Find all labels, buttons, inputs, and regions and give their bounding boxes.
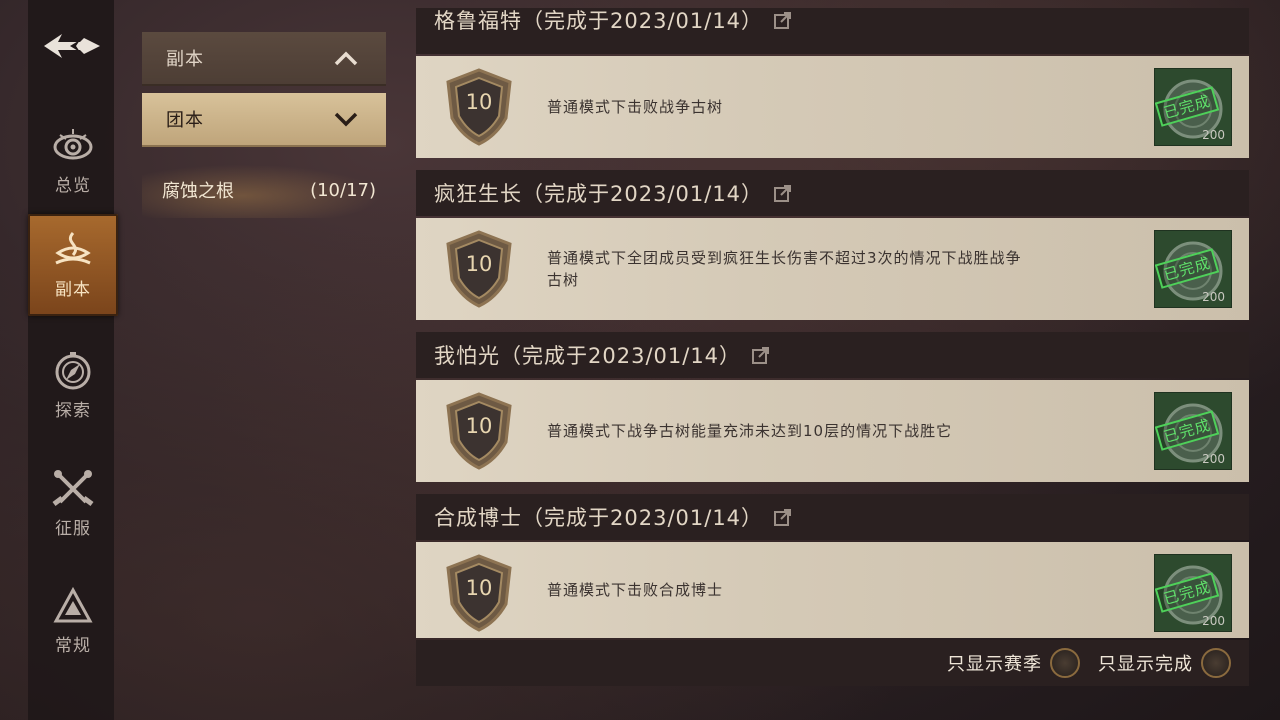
nav-item-overview[interactable]: 总览	[28, 110, 118, 212]
subcategory-item[interactable]: 腐蚀之根 (10/17)	[142, 162, 392, 218]
nav-item-dungeon[interactable]: 副本	[28, 214, 118, 316]
category-raid-header[interactable]: 团本	[142, 93, 386, 147]
filter-season-toggle[interactable]: 只显示赛季	[947, 648, 1080, 678]
achievement-points: 10	[465, 414, 493, 438]
reward-points: 200	[1202, 452, 1225, 466]
achievement-description: 普通模式下击败战争古树	[547, 98, 724, 116]
category-label: 团本	[166, 110, 204, 131]
radio-icon[interactable]	[1201, 648, 1231, 678]
radio-icon[interactable]	[1050, 648, 1080, 678]
reward-icon: 已完成 200	[1154, 392, 1232, 470]
subcategory-name: 腐蚀之根	[162, 181, 234, 202]
achievement-points: 10	[465, 90, 493, 114]
crossed-swords-icon	[52, 469, 94, 506]
nav-item-general[interactable]: 常规	[28, 570, 118, 672]
nav-item-explore[interactable]: 探索	[28, 334, 118, 436]
achievement-description: 普通模式下击败合成博士	[547, 581, 724, 599]
achievement-title: 格鲁福特（完成于2023/01/14）	[434, 9, 764, 33]
triangle-icon	[53, 586, 93, 622]
nav-item-label: 探索	[55, 400, 91, 421]
achievement-header: 疯狂生长（完成于2023/01/14）	[416, 170, 1249, 216]
filter-bar: 只显示赛季 只显示完成	[416, 640, 1249, 686]
achievement-header: 我怕光（完成于2023/01/14）	[416, 332, 1249, 378]
achievement-header: 格鲁福特（完成于2023/01/14）	[416, 8, 1249, 54]
achievement-points: 10	[465, 252, 493, 276]
achievement-card[interactable]: 10 普通模式下击败合成博士 已完成 200	[416, 542, 1249, 638]
eye-icon	[53, 128, 93, 159]
chevron-up-icon	[334, 51, 358, 66]
achievement-card[interactable]: 10 普通模式下战争古树能量充沛未达到10层的情况下战胜它 已完成 200	[416, 380, 1249, 482]
achievement-list[interactable]: 格鲁福特（完成于2023/01/14） 10 普通模式下击败战争古树 已完成 2…	[416, 0, 1249, 640]
reward-icon: 已完成 200	[1154, 554, 1232, 632]
filter-season-label: 只显示赛季	[947, 654, 1042, 675]
reward-icon: 已完成 200	[1154, 68, 1232, 146]
nav-item-label: 常规	[55, 635, 91, 656]
category-dungeon-header[interactable]: 副本	[142, 32, 386, 86]
achievement-description: 普通模式下战争古树能量充沛未达到10层的情况下战胜它	[547, 422, 953, 440]
achievement-points: 10	[465, 576, 493, 600]
achievement-header: 合成博士（完成于2023/01/14）	[416, 494, 1249, 540]
achievement-title: 疯狂生长（完成于2023/01/14）	[434, 182, 764, 206]
reward-icon: 已完成 200	[1154, 230, 1232, 308]
achievement-title: 我怕光（完成于2023/01/14）	[434, 344, 742, 368]
reward-points: 200	[1202, 128, 1225, 142]
share-icon[interactable]	[773, 183, 793, 203]
achievement-title: 合成博士（完成于2023/01/14）	[434, 506, 764, 530]
reward-points: 200	[1202, 290, 1225, 304]
share-icon[interactable]	[773, 10, 793, 30]
share-icon[interactable]	[773, 507, 793, 527]
nav-item-label: 总览	[55, 175, 91, 196]
reward-points: 200	[1202, 614, 1225, 628]
category-label: 副本	[166, 49, 204, 70]
filter-completed-label: 只显示完成	[1098, 654, 1193, 675]
back-button[interactable]	[40, 28, 104, 64]
achievement-card[interactable]: 10 普通模式下击败战争古树 已完成 200	[416, 56, 1249, 158]
achievement-description: 普通模式下全团成员受到疯狂生长伤害不超过3次的情况下战胜战争古树	[547, 249, 1022, 289]
subcategory-count: (10/17)	[310, 179, 376, 201]
filter-completed-toggle[interactable]: 只显示完成	[1098, 648, 1231, 678]
share-icon[interactable]	[751, 345, 771, 365]
nav-item-conquest[interactable]: 征服	[28, 452, 118, 554]
back-arrow-icon	[44, 34, 100, 58]
nav-item-label: 副本	[55, 279, 91, 300]
compass-icon	[55, 351, 91, 389]
nav-item-label: 征服	[55, 518, 91, 539]
chevron-down-icon	[334, 112, 358, 127]
achievement-card[interactable]: 10 普通模式下全团成员受到疯狂生长伤害不超过3次的情况下战胜战争古树 已完成 …	[416, 218, 1249, 320]
dungeon-icon	[55, 231, 91, 264]
